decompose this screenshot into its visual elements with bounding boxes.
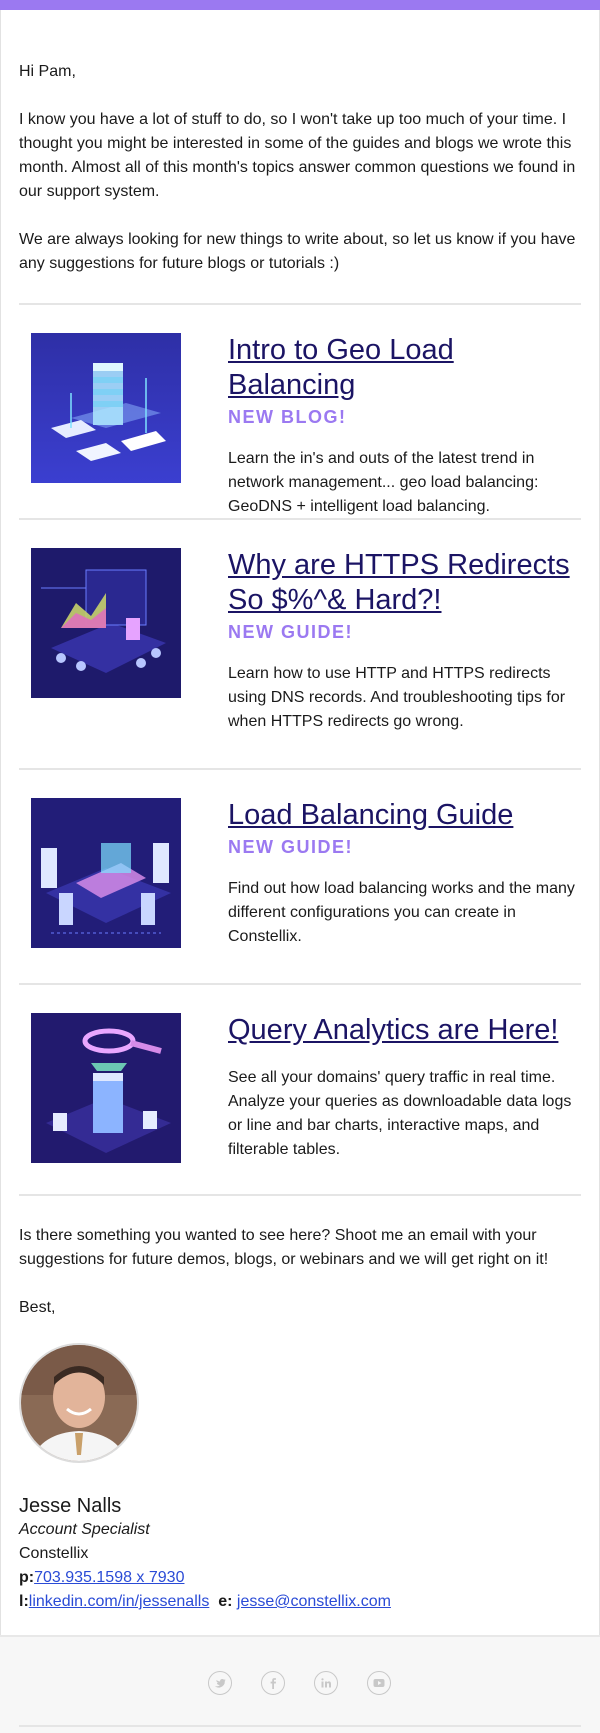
- signoff: Best,: [19, 1299, 56, 1316]
- signature-company: Constellix: [19, 1545, 89, 1562]
- card-description: Learn how to use HTTP and HTTPS redirect…: [228, 665, 566, 730]
- card-title-link[interactable]: Intro to Geo Load Balancing: [228, 333, 583, 403]
- greeting: Hi Pam,: [19, 63, 76, 80]
- card-geo-load-balancing: Intro to Geo Load Balancing NEW BLOG! Le…: [228, 333, 583, 519]
- intro-paragraph: I know you have a lot of stuff to do, so…: [19, 111, 576, 200]
- closing-paragraph: Is there something you wanted to see her…: [19, 1227, 549, 1268]
- linkedin-link[interactable]: linkedin.com/in/jessenalls: [29, 1593, 210, 1610]
- signature-name: Jesse Nalls: [19, 1495, 122, 1517]
- load-balancing-guide-image[interactable]: [31, 798, 181, 948]
- card-description: Learn the in's and outs of the latest tr…: [228, 450, 539, 515]
- linkedin-icon[interactable]: [314, 1671, 338, 1695]
- card-title-link[interactable]: Query Analytics are Here!: [228, 1013, 583, 1048]
- intro-paragraph: We are always looking for new things to …: [19, 231, 576, 272]
- twitter-icon[interactable]: [208, 1671, 232, 1695]
- card-query-analytics: Query Analytics are Here! See all your d…: [228, 1013, 583, 1162]
- phone-label: p:: [19, 1569, 35, 1586]
- signature-title: Account Specialist: [19, 1521, 150, 1538]
- divider: [19, 983, 581, 985]
- divider: [19, 303, 581, 305]
- card-https-redirects: Why are HTTPS Redirects So $%^& Hard?! N…: [228, 548, 583, 734]
- email-label: e:: [218, 1593, 233, 1610]
- geo-load-balancing-image[interactable]: [31, 333, 181, 483]
- footer: [0, 1635, 600, 1733]
- top-accent-bar: [0, 0, 600, 10]
- youtube-icon[interactable]: [367, 1671, 391, 1695]
- facebook-icon[interactable]: [261, 1671, 285, 1695]
- divider: [19, 1194, 581, 1196]
- signature-phone-row: p:703.935.1598 x 7930: [19, 1566, 184, 1590]
- card-description: See all your domains' query traffic in r…: [228, 1069, 572, 1158]
- card-load-balancing-guide: Load Balancing Guide NEW GUIDE! Find out…: [228, 798, 583, 949]
- card-title-link[interactable]: Why are HTTPS Redirects So $%^& Hard?!: [228, 548, 583, 618]
- linkedin-label: l:: [19, 1593, 29, 1610]
- card-tag: NEW BLOG!: [228, 407, 347, 427]
- phone-link[interactable]: 703.935.1598 x 7930: [34, 1569, 184, 1586]
- query-analytics-image[interactable]: [31, 1013, 181, 1163]
- card-tag: NEW GUIDE!: [228, 837, 353, 857]
- divider: [19, 518, 581, 520]
- avatar: [19, 1343, 139, 1463]
- card-tag: NEW GUIDE!: [228, 622, 353, 642]
- card-title-link[interactable]: Load Balancing Guide: [228, 798, 583, 833]
- divider: [19, 768, 581, 770]
- https-redirects-image[interactable]: [31, 548, 181, 698]
- email-link[interactable]: jesse@constellix.com: [237, 1593, 391, 1610]
- signature-contact-row: l:linkedin.com/in/jessenalls e: jesse@co…: [19, 1590, 391, 1614]
- footer-divider: [19, 1725, 581, 1727]
- card-description: Find out how load balancing works and th…: [228, 880, 575, 945]
